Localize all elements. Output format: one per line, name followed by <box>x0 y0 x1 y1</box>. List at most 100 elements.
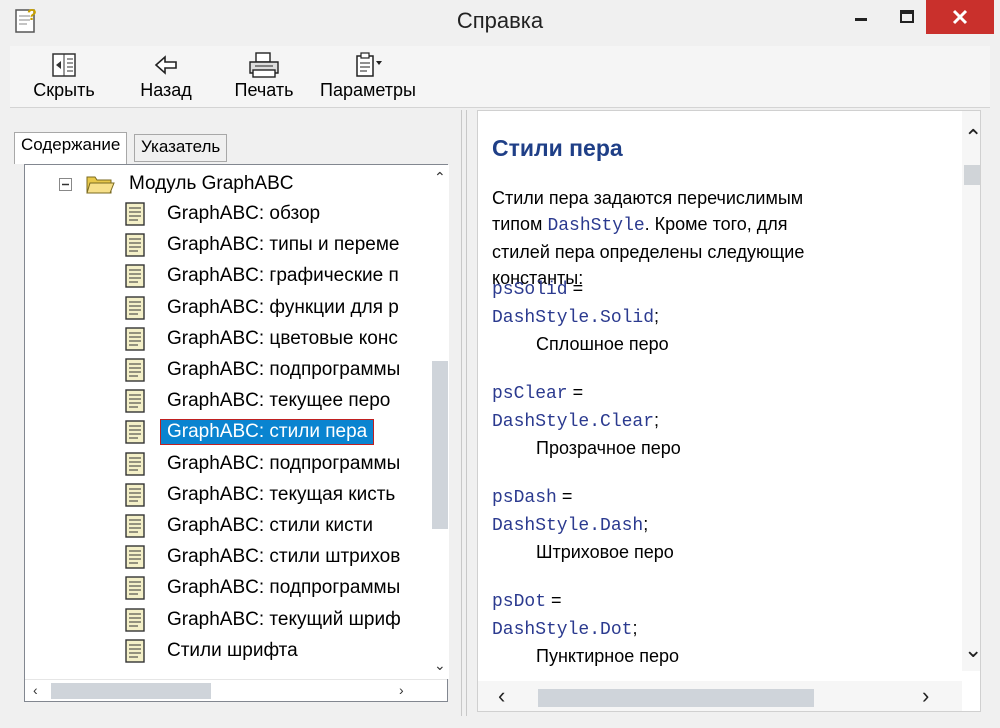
tree-item[interactable]: GraphABC: обзор <box>25 199 427 229</box>
tree-root-label: Модуль GraphABC <box>129 173 294 194</box>
const-description: Прозрачное перо <box>536 438 681 458</box>
document-icon <box>125 358 145 382</box>
pen-style-entry: psDash = DashStyle.Dash; Штриховое перо <box>492 483 752 565</box>
tree-vertical-scrollbar[interactable]: ⌃ ⌄ <box>431 165 449 679</box>
tree-item-label: GraphABC: цветовые конс <box>167 327 398 349</box>
hide-label: Скрыть <box>33 80 95 100</box>
tree-item-label: GraphABC: типы и переме <box>167 234 400 256</box>
document-icon <box>125 389 145 413</box>
scroll-left-icon[interactable]: ‹ <box>33 682 38 698</box>
document-icon <box>125 295 145 320</box>
const-name: psClear <box>492 384 568 404</box>
tree-horizontal-scroll-thumb[interactable] <box>51 683 211 699</box>
close-button[interactable] <box>926 0 994 34</box>
close-icon <box>952 9 968 25</box>
document-icon <box>125 451 145 476</box>
open-folder-icon <box>86 176 115 194</box>
semicolon: ; <box>643 514 649 534</box>
document-icon <box>125 545 145 569</box>
scroll-down-icon[interactable]: ⌄ <box>434 657 446 674</box>
tree-vertical-scroll-thumb[interactable] <box>432 361 448 529</box>
tree-item[interactable]: GraphABC: подпрограммы <box>25 573 427 603</box>
tree-item-label: GraphABC: текущее перо <box>167 390 391 412</box>
maximize-button[interactable] <box>888 0 926 34</box>
pen-style-entry: psSolid = DashStyle.Solid; Сплошное перо <box>492 275 752 357</box>
tree-item[interactable]: GraphABC: стили пера <box>25 417 427 447</box>
tree-item-label: Стили шрифта <box>167 639 298 661</box>
const-description: Пунктирное перо <box>536 646 680 666</box>
scroll-right-icon[interactable]: › <box>922 683 929 709</box>
minimize-button[interactable] <box>842 0 880 34</box>
tree-item-label: GraphABC: стили штрихов <box>167 546 401 568</box>
document-icon <box>125 202 145 226</box>
tree-item-label: GraphABC: стили пера <box>159 419 375 446</box>
equals-sign: = <box>556 486 573 506</box>
options-label: Параметры <box>320 80 416 100</box>
tab-index[interactable]: Указатель <box>134 134 228 162</box>
tree-item[interactable]: GraphABC: текущее перо <box>25 386 427 416</box>
equals-sign: = <box>567 278 584 298</box>
tree-item-label: GraphABC: подпрограммы <box>167 577 401 599</box>
minimize-icon <box>855 18 867 21</box>
semicolon: ; <box>654 410 660 430</box>
article-horizontal-scroll-thumb[interactable] <box>538 689 814 707</box>
tree-item[interactable]: GraphABC: подпрограммы <box>25 355 427 385</box>
tree-item[interactable]: GraphABC: текущая кисть <box>25 480 427 510</box>
semicolon: ; <box>654 306 660 326</box>
maximize-icon <box>900 10 914 23</box>
article-heading: Стили пера <box>492 135 623 161</box>
print-button[interactable]: Печать <box>226 50 302 101</box>
tree-item-label: GraphABC: подпрограммы <box>167 452 401 474</box>
tree-item[interactable]: GraphABC: типы и переме <box>25 230 427 260</box>
back-label: Назад <box>140 80 192 100</box>
tree-viewport: Модуль GraphABC GraphABC: обзор GraphABC:… <box>25 165 427 679</box>
toolbar: Скрыть Назад Печать Параметры <box>10 46 990 108</box>
article-horizontal-scrollbar[interactable]: ‹ › <box>478 681 962 711</box>
const-description: Штриховое перо <box>536 542 674 562</box>
tree-item[interactable]: GraphABC: графические п <box>25 261 427 291</box>
pen-style-entry: psDot = DashStyle.Dot; Пунктирное перо <box>492 587 752 669</box>
tree-item[interactable]: GraphABC: цветовые конс <box>25 324 427 354</box>
tree-item[interactable]: GraphABC: функции для р <box>25 293 427 323</box>
printer-icon <box>249 52 279 78</box>
const-description: Сплошное перо <box>536 334 669 354</box>
document-icon <box>125 483 145 507</box>
tree-horizontal-scrollbar[interactable]: ‹ › <box>25 679 447 701</box>
scroll-up-icon[interactable]: ⌃ <box>434 169 446 186</box>
scroll-down-icon[interactable]: ⌄ <box>964 637 980 663</box>
const-value: DashStyle.Solid <box>492 308 655 328</box>
tree-item[interactable]: GraphABC: подпрограммы <box>25 449 427 479</box>
tree-item[interactable]: GraphABC: текущий шриф <box>25 605 427 635</box>
tree-item-label: GraphABC: графические п <box>167 265 399 287</box>
article-vertical-scroll-thumb[interactable] <box>964 165 980 185</box>
const-name: psSolid <box>492 280 568 300</box>
const-name: psDash <box>492 488 557 508</box>
tree-root-node[interactable]: Модуль GraphABC <box>25 169 427 199</box>
content-pane: Стили пера Стили пера задаются перечисли… <box>466 110 992 716</box>
document-icon <box>125 514 145 538</box>
article-vertical-scrollbar[interactable]: ⌃ ⌄ <box>962 111 980 671</box>
hide-button[interactable]: Скрыть <box>26 50 102 101</box>
tree-item[interactable]: GraphABC: стили кисти <box>25 511 427 541</box>
scroll-right-icon[interactable]: › <box>399 682 404 698</box>
options-icon <box>356 52 382 77</box>
tree-item-label: GraphABC: текущий шриф <box>167 608 401 630</box>
tree-item-label: GraphABC: обзор <box>167 203 321 224</box>
tree-item[interactable]: Стили шрифта <box>25 636 427 666</box>
collapse-icon[interactable] <box>59 178 73 192</box>
scroll-left-icon[interactable]: ‹ <box>498 683 505 709</box>
tree-item[interactable]: GraphABC: стили штрихов <box>25 542 427 572</box>
tab-contents[interactable]: Содержание <box>14 132 128 164</box>
tree-item-label: GraphABC: текущая кисть <box>167 483 396 505</box>
equals-sign: = <box>546 590 562 610</box>
document-icon <box>125 420 145 445</box>
document-icon <box>125 327 145 351</box>
back-button[interactable]: Назад <box>134 50 198 101</box>
semicolon: ; <box>632 618 638 638</box>
options-button[interactable]: Параметры <box>314 50 422 101</box>
hide-pane-icon <box>52 53 76 77</box>
const-name: psDot <box>492 592 547 612</box>
document-icon <box>125 607 145 632</box>
tree-item-label: GraphABC: стили кисти <box>167 515 373 536</box>
scroll-up-icon[interactable]: ⌃ <box>964 125 980 151</box>
